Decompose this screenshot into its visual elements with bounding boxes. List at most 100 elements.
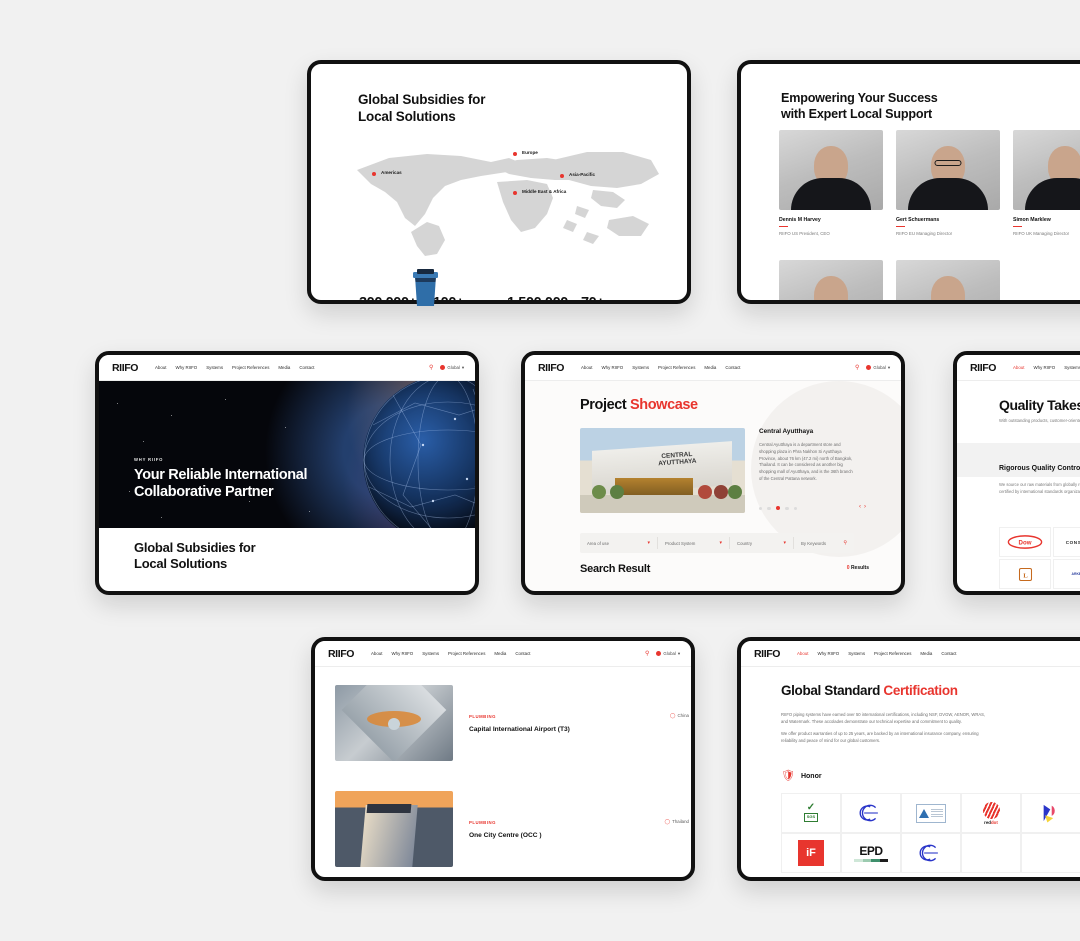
project-name: Capital International Airport (T3) <box>469 725 570 733</box>
nav-link-media[interactable]: Media <box>278 365 290 370</box>
nav-link-project-references[interactable]: Project References <box>658 365 695 370</box>
search-icon[interactable]: ⚲ <box>645 650 649 657</box>
nav-link-media[interactable]: Media <box>494 651 506 656</box>
site-navbar: RIIFO About Why RIIFO Systems Project Re… <box>741 641 1080 667</box>
nav-link-why-riifo[interactable]: Why RIIFO <box>391 651 413 656</box>
filter-area-of-use[interactable]: Area of use ▾ <box>580 537 658 549</box>
title-line-2: Local Solutions <box>358 109 456 125</box>
member-name: Dennis M Harvey <box>779 217 821 223</box>
brand-logo[interactable]: RIIFO <box>754 648 780 660</box>
shield-icon: 🛡 <box>781 770 795 782</box>
search-icon[interactable]: ⚲ <box>429 364 433 371</box>
team-grid: Dennis M Harvey RIIFO US President, CEO … <box>779 130 1080 236</box>
carousel-dot[interactable] <box>793 506 797 510</box>
certification-heading: Global Standard Certification <box>781 683 958 698</box>
team-member[interactable]: Dennis M Harvey RIIFO US President, CEO <box>779 130 883 236</box>
if-text: iF <box>806 847 816 859</box>
carousel-arrows[interactable]: ‹› <box>859 504 869 510</box>
ce-mark-icon <box>919 844 938 862</box>
nav-link-systems[interactable]: Systems <box>848 651 865 656</box>
result-count-number: 0 <box>846 565 850 571</box>
nav-link-contact[interactable]: Contact <box>941 651 956 656</box>
chevron-right-icon[interactable]: › <box>864 504 869 510</box>
project-meta: PLUMBING Capital International Airport (… <box>469 713 691 733</box>
reddot-text-black: red <box>984 819 991 825</box>
location-pin-icon: ◯ <box>664 818 671 825</box>
carousel-dots[interactable] <box>759 506 797 511</box>
nav-link-about[interactable]: About <box>155 365 166 370</box>
reddot-text-red: dot <box>991 819 998 825</box>
project-country: ◯ Thailand <box>665 819 689 825</box>
region-label: Global <box>873 365 886 370</box>
heading-black: Global Standard <box>781 683 881 698</box>
title-line-1: Global Subsidies for <box>358 92 486 107</box>
nav-link-systems[interactable]: Systems <box>632 365 649 370</box>
team-member[interactable]: Gert Schuermans RIIFO EU Managing Direct… <box>896 130 1000 236</box>
card-project-showcase: RIIFO About Why RIIFO Systems Project Re… <box>521 351 905 595</box>
nav-link-contact[interactable]: Contact <box>515 651 530 656</box>
nav-link-contact[interactable]: Contact <box>725 365 740 370</box>
nav-link-project-references[interactable]: Project References <box>874 651 911 656</box>
nav-link-systems[interactable]: Systems <box>422 651 439 656</box>
map-label-americas: Americas <box>381 170 402 175</box>
sgs-green-mark: ✓ SGS <box>803 803 819 822</box>
region-selector[interactable]: Global ▾ <box>866 365 890 371</box>
brand-logo[interactable]: RIIFO <box>970 362 996 374</box>
nav-link-systems[interactable]: Systems <box>206 365 223 370</box>
nav-link-media[interactable]: Media <box>704 365 716 370</box>
nav-links: About Why RIIFO Systems Project Referenc… <box>155 365 315 370</box>
nav-link-about[interactable]: About <box>581 365 592 370</box>
footer-line-1: Global Subsidies for <box>134 539 256 555</box>
partner-logo-arkema: ARKEMA <box>1053 559 1080 589</box>
project-country: ◯ China <box>670 713 689 719</box>
search-icon[interactable]: ⚲ <box>843 540 847 546</box>
nav-link-why-riifo[interactable]: Why RIIFO <box>175 365 197 370</box>
card-global-subsidies: Global Subsidies for Local Solutions Ame… <box>307 60 691 304</box>
project-list-item[interactable]: PLUMBING Capital International Airport (… <box>315 685 691 761</box>
nav-link-why-riifo[interactable]: Why RIIFO <box>1033 365 1055 370</box>
brand-logo[interactable]: RIIFO <box>328 648 354 660</box>
keyword-search-field[interactable]: By Keywords ⚲ <box>794 537 854 549</box>
nav-link-why-riifo[interactable]: Why RIIFO <box>817 651 839 656</box>
keyword-placeholder: By Keywords <box>801 540 827 546</box>
nav-link-project-references[interactable]: Project References <box>232 365 269 370</box>
quality-body: We source our raw materials from globall… <box>999 482 1080 495</box>
team-member[interactable]: Simon Marklew RIIFO UK Managing Director <box>1013 130 1080 236</box>
brand-logo[interactable]: RIIFO <box>538 362 564 374</box>
region-selector[interactable]: Global ▾ <box>656 651 680 657</box>
country-label: Thailand <box>672 819 689 824</box>
stat-plumbers: 1,500,000 Registered plumbers <box>507 296 581 300</box>
nav-right: ⚲ Global ▾ <box>645 650 680 658</box>
carousel-dot[interactable] <box>785 506 789 510</box>
nav-link-about[interactable]: About <box>797 651 808 656</box>
map-label-asia-pacific: Asia-Pacific <box>569 172 596 177</box>
nav-right: ⚲ Global ▾ <box>855 364 890 372</box>
nav-link-project-references[interactable]: Project References <box>448 651 485 656</box>
brand-logo[interactable]: RIIFO <box>112 362 138 374</box>
region-selector[interactable]: Global ▾ <box>440 365 464 371</box>
team-member[interactable] <box>779 260 883 300</box>
filter-country[interactable]: Country ▾ <box>730 537 794 549</box>
filter-product-system[interactable]: Product System ▾ <box>658 537 730 549</box>
nav-link-about[interactable]: About <box>1013 365 1024 370</box>
avatar <box>1013 130 1080 210</box>
carousel-dot-active[interactable] <box>775 506 781 511</box>
title-line-1: Empowering Your Success <box>781 91 938 105</box>
carousel-dot[interactable] <box>767 506 771 510</box>
nav-link-contact[interactable]: Contact <box>299 365 314 370</box>
map-pin-middle-east-africa <box>513 191 517 195</box>
heading-black: Quality Takes <box>999 397 1080 413</box>
search-icon[interactable]: ⚲ <box>855 364 859 371</box>
map-pin-americas <box>372 172 376 176</box>
epd-text: EPD <box>859 843 883 858</box>
nav-link-media[interactable]: Media <box>920 651 932 656</box>
nav-link-systems[interactable]: Systems <box>1064 365 1080 370</box>
nav-link-why-riifo[interactable]: Why RIIFO <box>601 365 623 370</box>
stat-value: 70+ <box>581 295 605 304</box>
nav-link-about[interactable]: About <box>371 651 382 656</box>
project-name: One City Centre (OCC ) <box>469 831 542 839</box>
team-member[interactable] <box>896 260 1000 300</box>
carousel-dot[interactable] <box>759 506 763 510</box>
project-list-item[interactable]: PLUMBING One City Centre (OCC ) ◯ Thaila… <box>315 791 691 867</box>
stat-value: 100+ <box>433 295 465 304</box>
